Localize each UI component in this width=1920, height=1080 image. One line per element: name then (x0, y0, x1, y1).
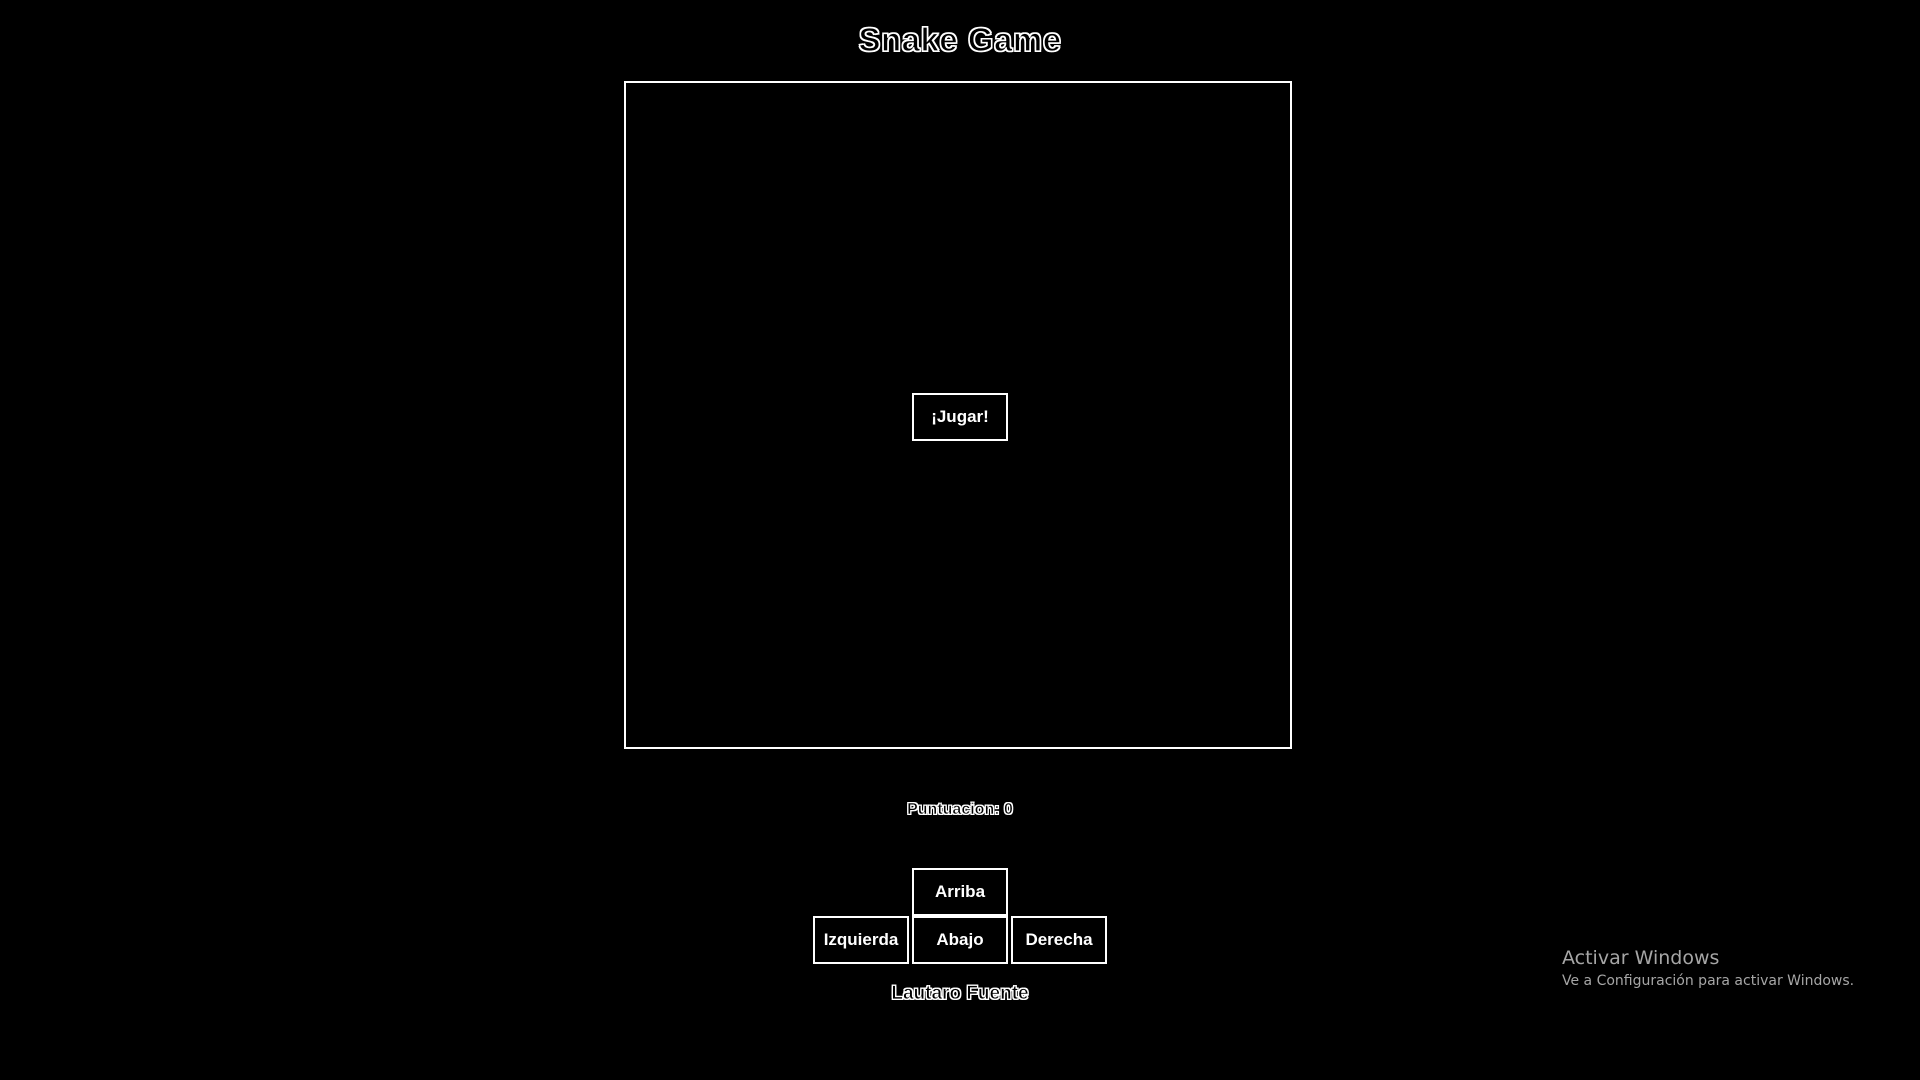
watermark-title: Activar Windows (1562, 947, 1720, 969)
windows-activation-watermark: Activar Windows Ve a Configuración para … (1562, 945, 1854, 991)
watermark-subtitle: Ve a Configuración para activar Windows. (1562, 973, 1855, 989)
right-button[interactable]: Derecha (1011, 916, 1107, 964)
page-title: Snake Game (858, 20, 1062, 58)
score-label: Puntuacion: 0 (907, 801, 1013, 819)
down-button[interactable]: Abajo (912, 916, 1008, 964)
play-button[interactable]: ¡Jugar! (912, 393, 1008, 441)
left-button[interactable]: Izquierda (813, 916, 909, 964)
up-button[interactable]: Arriba (912, 868, 1008, 916)
game-page: Snake Game ¡Jugar! Puntuacion: 0 Arriba … (0, 0, 1920, 1080)
